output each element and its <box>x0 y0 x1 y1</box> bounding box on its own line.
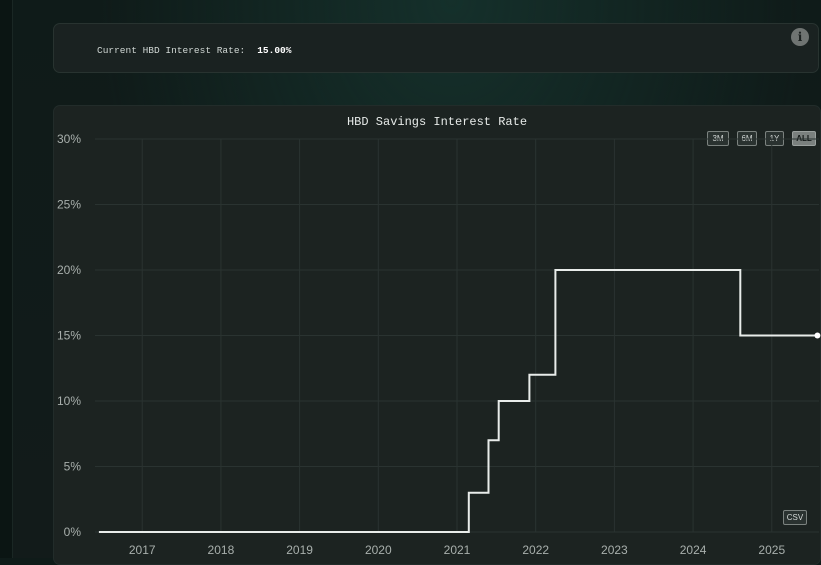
x-tick-label: 2017 <box>129 543 156 557</box>
y-tick-label: 25% <box>57 198 81 212</box>
y-tick-label: 10% <box>57 394 81 408</box>
series-endpoint <box>814 332 821 339</box>
y-tick-label: 30% <box>57 132 81 146</box>
x-tick-label: 2019 <box>286 543 313 557</box>
y-tick-label: 5% <box>64 460 82 474</box>
x-tick-label: 2018 <box>208 543 235 557</box>
chart-plot: 0% 5% 10% 15% 20% 25% 30% 2017 2018 2019 2020 2021 2… <box>57 132 821 557</box>
y-tick-label: 15% <box>57 329 81 343</box>
y-tick-label: 0% <box>64 525 82 539</box>
csv-download-button[interactable]: CSV <box>783 510 807 525</box>
y-tick-label: 20% <box>57 263 81 277</box>
x-tick-label: 2021 <box>444 543 471 557</box>
x-tick-label: 2023 <box>601 543 628 557</box>
x-tick-label: 2025 <box>758 543 785 557</box>
x-tick-label: 2024 <box>680 543 707 557</box>
x-tick-label: 2020 <box>365 543 392 557</box>
x-tick-label: 2022 <box>522 543 549 557</box>
